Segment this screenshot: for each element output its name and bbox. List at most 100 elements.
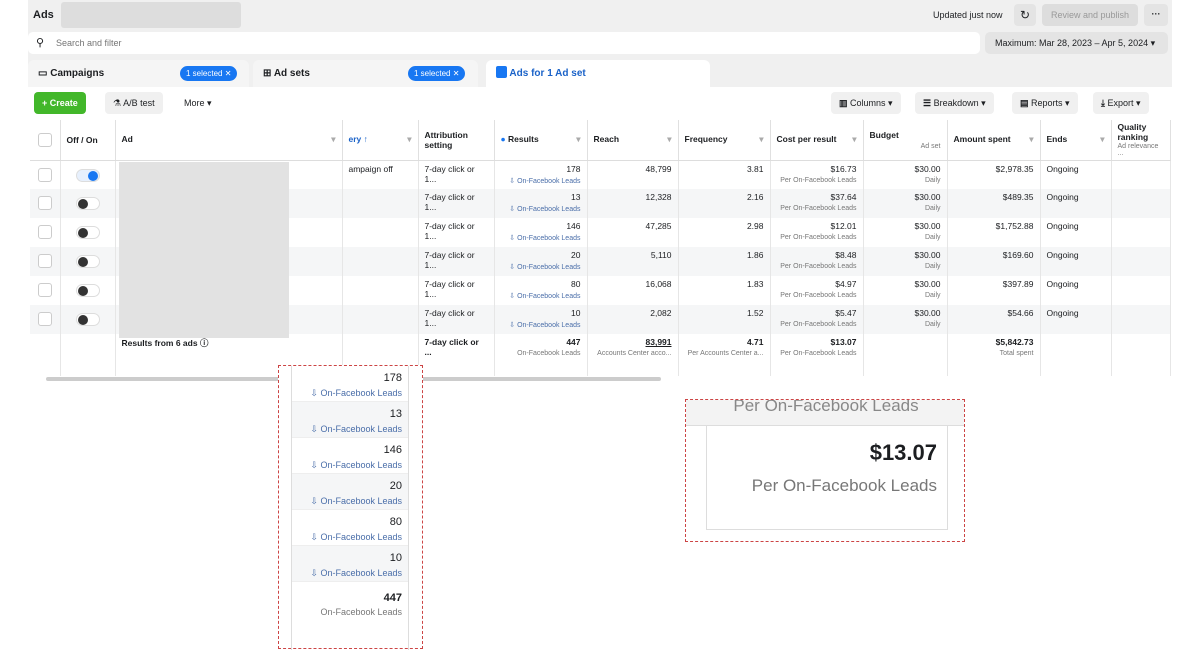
ad-toggle[interactable] <box>60 276 116 305</box>
download-icon: ⇩ <box>310 496 318 506</box>
row-checkbox[interactable] <box>30 247 61 276</box>
col-attribution[interactable]: Attribution setting <box>418 120 495 161</box>
budget-cell: $30.00 Daily <box>863 276 948 305</box>
tab-label: Ad sets <box>273 68 310 79</box>
row-checkbox[interactable] <box>30 276 61 305</box>
more-options-button[interactable]: ··· <box>1144 4 1168 26</box>
tab-ad-sets[interactable]: ⊞ Ad sets 1 selected ✕ <box>253 60 478 87</box>
cost-cell: $16.73 Per On-Facebook Leads <box>770 160 864 189</box>
toolbar: + Create ⚗ A/B test More ▾ ▥ Columns ▾ ☰… <box>28 87 1172 120</box>
col-frequency[interactable]: Frequency ▾ <box>678 120 771 161</box>
col-ad[interactable]: Ad ▾ <box>115 120 343 161</box>
col-toggle[interactable]: Off / On <box>60 120 116 161</box>
ad-toggle[interactable] <box>60 160 116 189</box>
amount-cell: $2,978.35 <box>947 160 1041 189</box>
table-header: Off / On Ad ▾ ery ↑ ▾ Attribution setting … <box>30 120 1171 161</box>
total-frequency: 4.71 Per Accounts Center a... <box>678 334 771 376</box>
breakdown-button[interactable]: ☰ Breakdown ▾ <box>915 92 994 114</box>
quality-cell <box>1111 189 1171 218</box>
more-button[interactable]: More ▾ <box>176 92 220 114</box>
refresh-icon[interactable]: ↻ <box>1014 4 1036 26</box>
col-reach[interactable]: Reach ▾ <box>587 120 679 161</box>
folder-icon: ▭ <box>38 68 48 79</box>
ad-toggle[interactable] <box>60 247 116 276</box>
download-icon: ⤓ <box>1101 98 1105 108</box>
zoom-result-row: 178 ⇩ On-Facebook Leads <box>292 366 408 402</box>
col-budget[interactable]: Budget Ad set <box>863 120 948 161</box>
ends-cell: Ongoing <box>1040 189 1112 218</box>
tab-campaigns[interactable]: ▭ Campaigns 1 selected ✕ <box>28 60 249 87</box>
total-reach: 83,991 Accounts Center acco... <box>587 334 679 376</box>
delivery-cell <box>342 218 419 247</box>
ends-cell: Ongoing <box>1040 218 1112 247</box>
download-icon: ⇩ <box>310 388 318 398</box>
attribution-cell: 7-day click or 1... <box>418 218 495 247</box>
quality-cell <box>1111 276 1171 305</box>
download-icon: ⇩ <box>310 568 318 578</box>
row-checkbox[interactable] <box>30 218 61 247</box>
date-range-picker[interactable]: Maximum: Mar 28, 2023 – Apr 5, 2024 ▾ <box>985 32 1168 54</box>
quality-cell <box>1111 247 1171 276</box>
row-checkbox[interactable] <box>30 189 61 218</box>
tab-ads[interactable]: Ads for 1 Ad set <box>486 60 710 87</box>
ends-cell: Ongoing <box>1040 305 1112 334</box>
delivery-cell <box>342 276 419 305</box>
search-bar[interactable]: ⚲ <box>28 32 980 54</box>
download-icon: ⇩ <box>509 206 516 213</box>
columns-button[interactable]: ▥ Columns ▾ <box>831 92 901 114</box>
col-delivery[interactable]: ery ↑ ▾ <box>342 120 419 161</box>
col-ends[interactable]: Ends ▾ <box>1040 120 1112 161</box>
zoom-cost-value: $13.07 <box>869 440 937 465</box>
budget-cell: $30.00 Daily <box>863 247 948 276</box>
reports-icon: ▤ <box>1020 98 1029 108</box>
budget-cell: $30.00 Daily <box>863 189 948 218</box>
search-input[interactable] <box>56 35 856 51</box>
review-publish-button[interactable]: Review and publish <box>1042 4 1138 26</box>
results-cell: 13 ⇩ On-Facebook Leads <box>494 189 588 218</box>
zoom-result-row: 10 ⇩ On-Facebook Leads <box>292 546 408 582</box>
ads-manager: Ads Updated just now ↻ Review and publis… <box>28 0 1172 388</box>
ends-cell: Ongoing <box>1040 276 1112 305</box>
total-cost: $13.07 Per On-Facebook Leads <box>770 334 864 376</box>
ad-toggle[interactable] <box>60 218 116 247</box>
reach-cell: 12,328 <box>587 189 679 218</box>
select-all[interactable] <box>30 120 61 161</box>
reports-button[interactable]: ▤ Reports ▾ <box>1012 92 1078 114</box>
create-button[interactable]: + Create <box>34 92 86 114</box>
results-zoom-callout: 178 ⇩ On-Facebook Leads 13 ⇩ On-Facebook Le… <box>278 365 423 650</box>
results-cell: 146 ⇩ On-Facebook Leads <box>494 218 588 247</box>
breakdown-icon: ☰ <box>923 98 932 108</box>
ab-test-button[interactable]: ⚗ A/B test <box>105 92 163 114</box>
zoom-result-row: 20 ⇩ On-Facebook Leads <box>292 474 408 510</box>
download-icon: ⇩ <box>509 293 516 300</box>
attribution-cell: 7-day click or 1... <box>418 305 495 334</box>
ad-toggle[interactable] <box>60 189 116 218</box>
info-icon: ⓘ <box>199 338 209 348</box>
col-cost[interactable]: Cost per result ▾ <box>770 120 864 161</box>
account-selector-redacted[interactable] <box>61 2 241 28</box>
selected-badge[interactable]: 1 selected ✕ <box>180 66 238 81</box>
totals-row: Results from 6 ads ⓘ 7-day click or ... … <box>30 334 1171 376</box>
results-cell: 20 ⇩ On-Facebook Leads <box>494 247 588 276</box>
quality-cell <box>1111 218 1171 247</box>
download-icon: ⇩ <box>310 424 318 434</box>
cost-cell: $5.47 Per On-Facebook Leads <box>770 305 864 334</box>
ad-toggle[interactable] <box>60 305 116 334</box>
delivery-cell <box>342 189 419 218</box>
row-checkbox[interactable] <box>30 305 61 334</box>
col-amount[interactable]: Amount spent ▾ <box>947 120 1041 161</box>
zoom-result-row: 13 ⇩ On-Facebook Leads <box>292 402 408 438</box>
export-button[interactable]: ⤓ Export ▾ <box>1093 92 1149 114</box>
row-checkbox[interactable] <box>30 160 61 189</box>
ad-icon <box>496 66 507 78</box>
cost-cell: $37.64 Per On-Facebook Leads <box>770 189 864 218</box>
grid-icon: ⊞ <box>263 68 272 79</box>
zoom-cost-label: Per On-Facebook Leads <box>751 476 937 495</box>
col-results[interactable]: ● Results ▾ <box>494 120 588 161</box>
reach-cell: 48,799 <box>587 160 679 189</box>
updated-status: Updated just now <box>933 10 1003 20</box>
col-quality[interactable]: Quality ranking Ad relevance ... <box>1111 120 1171 161</box>
reach-cell: 2,082 <box>587 305 679 334</box>
zoom-result-row: 80 ⇩ On-Facebook Leads <box>292 510 408 546</box>
selected-badge[interactable]: 1 selected ✕ <box>408 66 466 81</box>
